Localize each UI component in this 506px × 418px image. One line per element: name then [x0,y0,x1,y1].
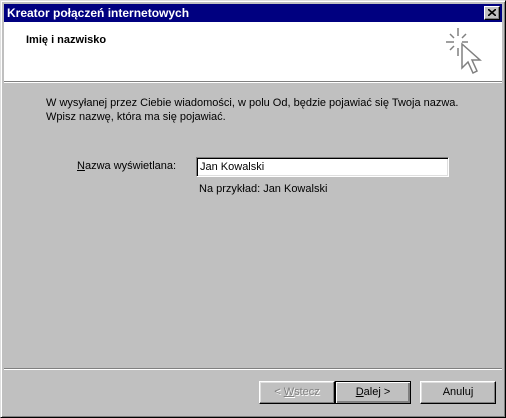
description-line-1: W wysyłanej przez Ciebie wiadomości, w p… [46,97,459,109]
display-name-input[interactable] [196,157,449,177]
example-text: Na przykład: Jan Kowalski [199,183,328,195]
next-button-label: alej > [363,386,391,398]
footer-divider-highlight [4,369,502,370]
next-button[interactable]: Dalej > [335,381,411,404]
page-title: Imię i nazwisko [26,34,107,46]
cancel-button[interactable]: Anuluj [420,381,496,404]
display-name-label-text: azwa wyświetlana: [84,160,177,172]
back-button-mnemonic: W [283,386,295,398]
description-line-2: Wpisz nazwę, która ma się pojawiać. [46,111,226,123]
display-name-label-mnemonic: N [77,160,85,172]
title-bar[interactable]: Kreator połączeń internetowych [4,4,502,22]
close-icon [488,9,496,16]
header-divider-highlight [4,82,502,83]
wizard-header: Imię i nazwisko [4,22,502,81]
wizard-sparkle-cursor-icon [446,28,482,75]
window-title: Kreator połączeń internetowych [7,6,190,20]
display-name-label: Nazwa wyświetlana: [77,160,176,172]
back-button-label: stecz [294,386,320,398]
next-button-mnemonic: D [355,386,364,398]
back-button[interactable]: < Wstecz [259,381,335,404]
close-button[interactable] [484,6,500,20]
back-button-arrow: < [274,386,284,398]
wizard-window: Kreator połączeń internetowych Imię i na… [0,0,506,418]
description: W wysyłanej przez Ciebie wiadomości, w p… [46,96,476,124]
